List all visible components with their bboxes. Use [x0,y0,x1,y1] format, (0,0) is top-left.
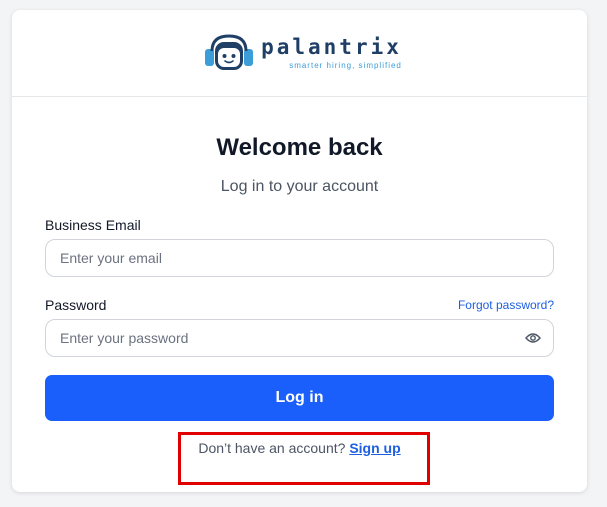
card-header: palantrix smarter hiring, simplified [12,10,587,97]
signup-link[interactable]: Sign up [349,440,400,456]
signup-prompt: Don’t have an account? [198,440,350,456]
brand-logo: palantrix smarter hiring, simplified [203,33,402,73]
palantrix-logo-icon [203,33,255,73]
login-form: Welcome back Log in to your account Busi… [12,133,587,456]
eye-icon[interactable] [525,332,541,344]
email-label: Business Email [45,217,141,233]
login-button[interactable]: Log in [45,375,554,421]
page-title: Welcome back [216,134,383,161]
page-subtitle: Log in to your account [220,178,379,195]
password-label: Password [45,297,107,313]
brand-name: palantrix [261,34,402,59]
signup-row: Don’t have an account? Sign up [45,440,554,456]
password-field-wrapper [45,319,554,357]
login-card: palantrix smarter hiring, simplified Wel… [12,10,587,492]
brand-tagline: smarter hiring, simplified [289,60,402,70]
password-field[interactable] [58,329,525,347]
forgot-password-link[interactable]: Forgot password? [458,298,554,312]
email-field-wrapper [45,239,554,277]
email-field[interactable] [58,249,541,267]
